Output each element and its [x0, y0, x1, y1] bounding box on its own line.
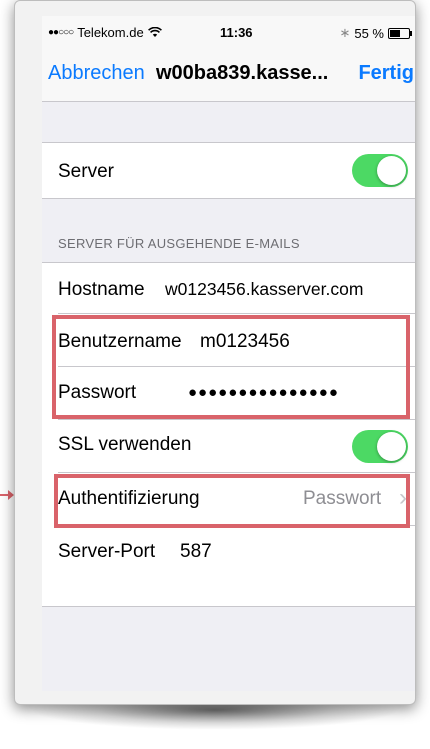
battery-percent: 55 % — [354, 25, 384, 41]
phone-screen: ●●○○○ Telekom.de 11:36 ∗ 55 % Abbrechen … — [42, 16, 415, 691]
bluetooth-icon: ∗ — [339, 25, 351, 40]
nav-title: w00ba839.kasse... — [156, 62, 329, 84]
outgoing-group: Hostname w0123456.kasserver.com Benutzer… — [42, 262, 415, 607]
signal-strength-icon: ●●○○○ — [48, 27, 74, 38]
port-value[interactable]: 587 — [180, 541, 212, 563]
cancel-button[interactable]: Abbrechen — [48, 62, 145, 85]
credentials-highlight — [52, 315, 410, 419]
port-label: Server-Port — [58, 541, 156, 562]
navigation-bar: Abbrechen w00ba839.kasse... Fertig — [42, 46, 415, 102]
server-toggle[interactable] — [352, 154, 408, 187]
screenshot-frame: ●●○○○ Telekom.de 11:36 ∗ 55 % Abbrechen … — [14, 0, 416, 705]
ssl-row: SSL verwenden — [42, 420, 415, 472]
annotation-arrow — [0, 490, 14, 500]
status-right: ∗ 55 % — [339, 25, 412, 41]
section-header: SERVER FÜR AUSGEHENDE E-MAILS — [58, 236, 300, 251]
server-row: Server — [42, 142, 415, 199]
auth-highlight — [54, 474, 410, 528]
carrier-name: Telekom.de — [77, 25, 144, 40]
ssl-toggle[interactable] — [352, 430, 408, 463]
battery-icon — [388, 27, 412, 39]
server-port-row[interactable]: Server-Port 587 — [42, 526, 415, 578]
done-button[interactable]: Fertig — [358, 62, 414, 85]
clock: 11:36 — [220, 25, 253, 40]
status-bar: ●●○○○ Telekom.de 11:36 ∗ 55 % — [42, 16, 415, 46]
hostname-value[interactable]: w0123456.kasserver.com — [165, 279, 363, 300]
ssl-label: SSL verwenden — [58, 434, 192, 455]
server-label: Server — [58, 161, 114, 182]
hostname-row[interactable]: Hostname w0123456.kasserver.com — [42, 263, 415, 313]
hostname-label: Hostname — [58, 279, 145, 300]
wifi-icon — [147, 27, 162, 37]
carrier-group: ●●○○○ Telekom.de — [48, 25, 162, 40]
